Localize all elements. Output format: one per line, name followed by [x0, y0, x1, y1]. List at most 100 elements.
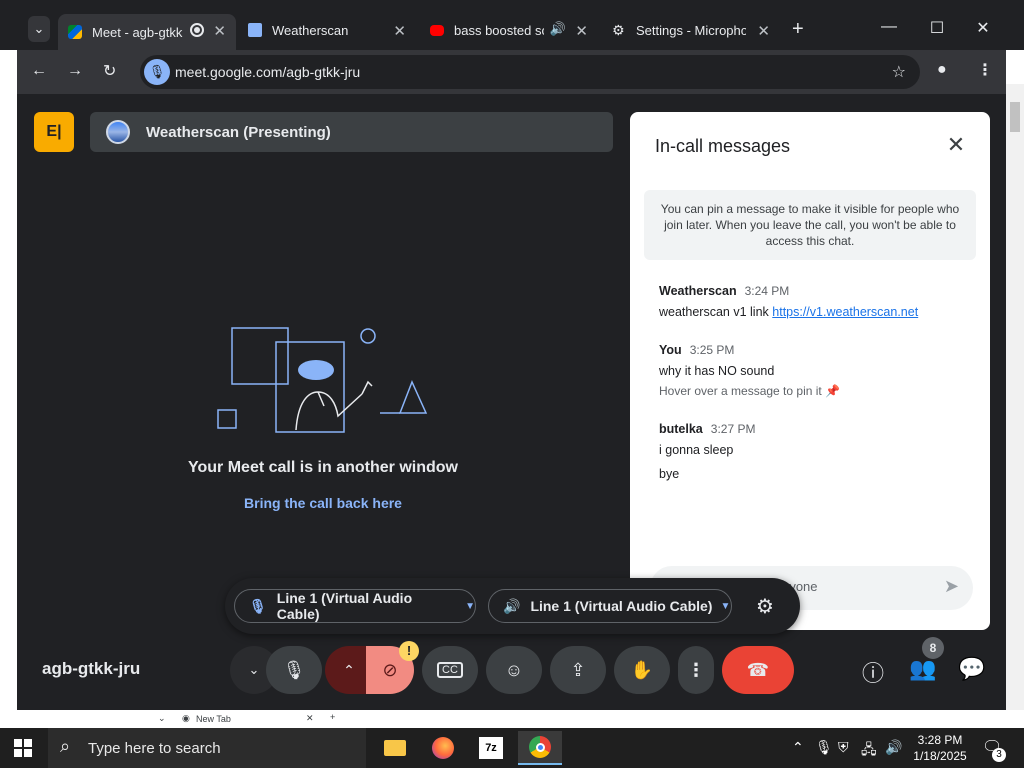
reload-icon[interactable]: ↻ [103, 61, 116, 81]
present-icon: ⇪ [570, 659, 586, 680]
meet-icon [68, 25, 82, 39]
speaker-icon: 🔊 [503, 597, 521, 614]
chat-icon[interactable]: 💬 [958, 656, 985, 682]
taskbar-search[interactable]: ⌕ Type here to search [48, 728, 366, 768]
minimize-icon[interactable]: — [866, 18, 912, 36]
forward-icon[interactable]: → [67, 62, 83, 80]
microphone-icon: 🎙 [249, 597, 267, 614]
microphone-icon[interactable]: 🎙 [144, 59, 170, 85]
camera-off-icon: ⊘ [382, 659, 398, 680]
caret-down-icon: ▼ [465, 600, 475, 612]
pin-icon[interactable]: 📌 [825, 384, 840, 398]
another-window-message: Your Meet call is in another window [188, 459, 458, 476]
audio-playing-icon[interactable]: 🔊 [550, 21, 566, 37]
volume-icon[interactable]: 🔊 [885, 739, 902, 756]
emoji-button[interactable]: ☺ [486, 646, 542, 694]
firefox-icon[interactable] [421, 731, 465, 765]
tab-close-icon[interactable]: ✕ [575, 22, 588, 40]
tab-title: Weatherscan [272, 22, 349, 38]
7zip-icon[interactable]: 7z [469, 731, 513, 765]
tab-weatherscan[interactable]: Weatherscan ✕ [238, 14, 416, 46]
message-text: i gonna sleep [659, 443, 734, 457]
tab-close-icon[interactable]: ✕ [213, 22, 226, 40]
meeting-code: agb-gtkk-jru [42, 659, 141, 678]
activities-icon[interactable]: E| [34, 112, 74, 152]
close-window-icon[interactable]: ✕ [960, 18, 1006, 38]
tab-title: bass boosted sor [454, 22, 544, 38]
recording-icon [190, 23, 204, 37]
notification-count: 3 [992, 748, 1006, 762]
background-window-strip: ⌄ ◉ New Tab ✕ + [150, 710, 1006, 728]
new-tab-button[interactable]: + [330, 712, 335, 722]
background-tab-title[interactable]: New Tab [196, 714, 231, 724]
microphone-icon[interactable]: 🎙 [815, 739, 833, 756]
more-options-button[interactable]: ⋮ [678, 646, 714, 694]
microphone-icon: 🎙 [282, 659, 306, 680]
url-text[interactable]: meet.google.com/agb-gtkk-jru [175, 64, 360, 80]
microphone-select[interactable]: 🎙 Line 1 (Virtual Audio Cable) ▼ [234, 589, 476, 623]
scrollbar-thumb[interactable] [1010, 102, 1020, 132]
tab-close-icon[interactable]: ✕ [306, 713, 314, 724]
system-clock[interactable]: 3:28 PM 1/18/2025 [910, 732, 970, 764]
star-icon[interactable]: ☆ [892, 62, 906, 82]
send-icon[interactable]: ➤ [944, 576, 959, 597]
tab-close-icon[interactable]: ✕ [757, 22, 770, 40]
search-icon: ⌕ [60, 736, 71, 756]
youtube-icon [430, 24, 444, 36]
maximize-icon[interactable]: ☐ [914, 18, 960, 38]
chevron-down-icon: ⌄ [33, 21, 45, 36]
message-text: why it has NO sound [659, 364, 775, 378]
people-count-badge: 8 [922, 637, 944, 659]
windows-start-icon[interactable] [14, 739, 32, 757]
new-tab-button[interactable]: + [784, 13, 814, 45]
pin-hint: Hover over a message to pin it 📌 [659, 384, 841, 398]
file-explorer-icon[interactable] [373, 731, 417, 765]
globe-icon [106, 120, 130, 144]
captions-button[interactable]: CC [422, 646, 478, 694]
message-text: weatherscan v1 link https://v1.weathersc… [659, 305, 919, 319]
end-call-icon: ☎ [746, 659, 770, 680]
audio-device-popup: 🎙 Line 1 (Virtual Audio Cable) ▼ 🔊 Line … [225, 578, 800, 634]
warning-badge: ! [399, 641, 419, 661]
address-bar[interactable]: 🎙 meet.google.com/agb-gtkk-jru ☆ [140, 55, 920, 89]
search-placeholder: Type here to search [88, 740, 221, 757]
leave-call-button[interactable]: ☎ [722, 646, 794, 694]
people-icon[interactable]: 👥 [909, 656, 936, 682]
close-icon[interactable]: ✕ [944, 132, 968, 158]
speaker-select[interactable]: 🔊 Line 1 (Virtual Audio Cable) ▼ [488, 589, 732, 623]
menu-icon[interactable]: ⋮ [977, 60, 993, 80]
tab-strip: ⌄ Meet - agb-gtkk ✕ Weatherscan ✕ bass b… [0, 0, 1024, 50]
raise-hand-button[interactable]: ✋ [614, 646, 670, 694]
tab-meet[interactable]: Meet - agb-gtkk ✕ [58, 14, 236, 50]
back-icon[interactable]: ← [31, 62, 47, 80]
presenting-title: Weatherscan (Presenting) [146, 124, 331, 141]
chevron-down-icon[interactable]: ⌄ [158, 713, 166, 724]
page-background [0, 84, 17, 710]
present-button[interactable]: ⇪ [550, 646, 606, 694]
tab-close-icon[interactable]: ✕ [393, 22, 406, 40]
meet-window: E| Weatherscan (Presenting) Your Meet ca… [17, 94, 1006, 710]
speaker-select-label: Line 1 (Virtual Audio Cable) [530, 598, 713, 614]
info-icon[interactable]: ⓘ [862, 656, 884, 688]
shield-icon[interactable]: ⛨ [838, 739, 849, 756]
microphone-button[interactable]: 🎙 [266, 646, 322, 694]
gear-icon[interactable]: ⚙ [756, 594, 774, 619]
network-icon[interactable]: 🖧 [861, 739, 877, 763]
chevron-down-icon: ⌄ [248, 662, 260, 677]
profile-icon[interactable]: ● [937, 61, 947, 79]
message-text: bye [659, 467, 680, 481]
tab-settings[interactable]: ⚙ Settings - Microphon ✕ [602, 14, 780, 46]
taskbar: ⌕ Type here to search 7z ⌃ 🎙 ⛨ 🖧 🔊 3:28 … [0, 728, 1024, 768]
tab-youtube[interactable]: bass boosted sor 🔊 ✕ [420, 14, 598, 46]
clock-time: 3:28 PM [917, 733, 963, 747]
gear-icon: ⚙ [612, 22, 625, 38]
weatherscan-link[interactable]: https://v1.weatherscan.net [772, 305, 918, 319]
chrome-icon[interactable] [518, 731, 562, 765]
chevron-up-icon[interactable]: ⌃ [792, 739, 804, 756]
microphone-select-label: Line 1 (Virtual Audio Cable) [276, 590, 413, 622]
tab-search-button[interactable]: ⌄ [28, 16, 50, 42]
browser-toolbar: ← → ↻ 🎙 meet.google.com/agb-gtkk-jru ☆ ●… [17, 50, 1006, 94]
bring-call-back-link[interactable]: Bring the call back here [147, 495, 499, 511]
captions-icon: CC [437, 662, 463, 678]
scrollbar[interactable] [1006, 84, 1024, 710]
